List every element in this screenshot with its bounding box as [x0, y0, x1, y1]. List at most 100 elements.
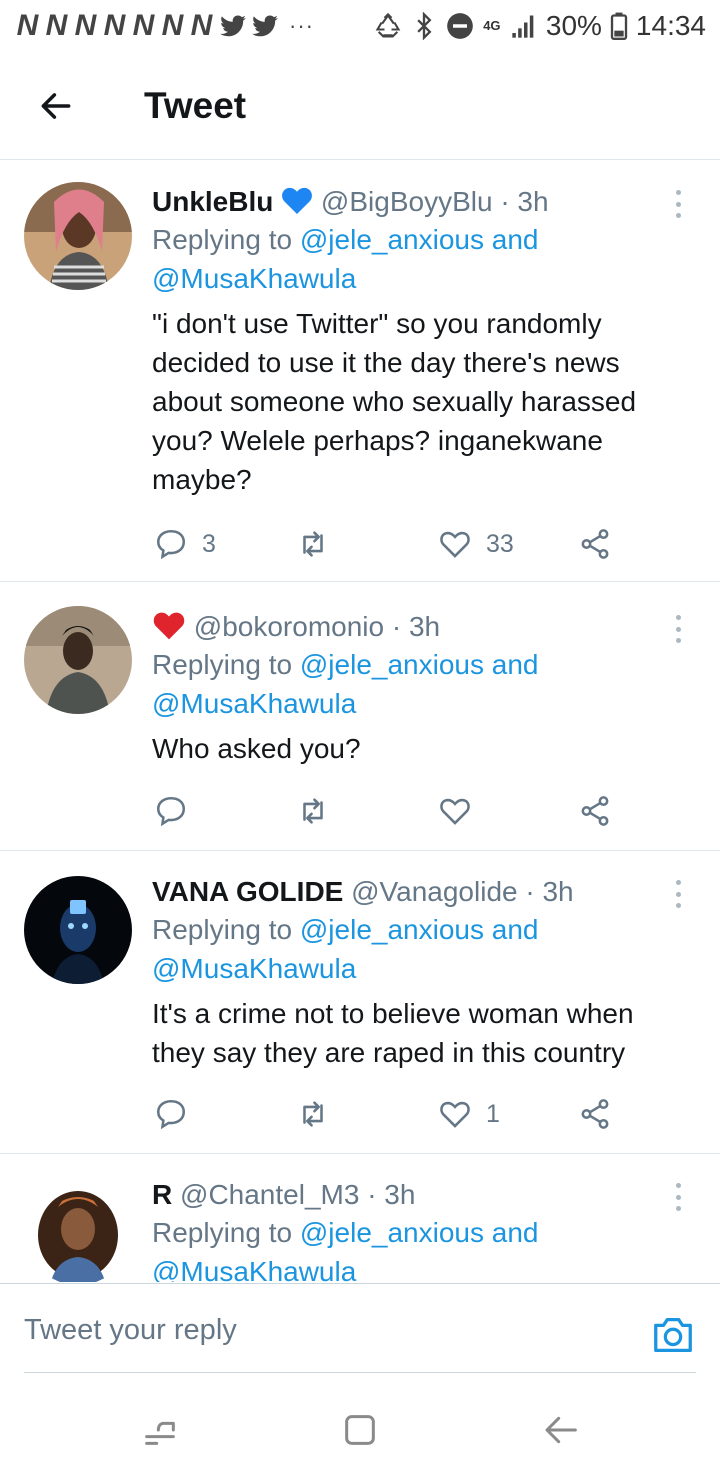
like-button[interactable]: 1 — [438, 1094, 500, 1134]
replying-and[interactable]: and — [484, 649, 539, 680]
avatar[interactable] — [24, 876, 132, 984]
mention-link[interactable]: @jele_anxious — [300, 649, 484, 680]
retweet-button[interactable] — [296, 524, 344, 564]
tweet-item[interactable]: R @Chantel_M3 · 3h Replying to @jele_anx… — [0, 1155, 720, 1282]
like-button[interactable] — [438, 791, 486, 831]
more-options-button[interactable] — [668, 876, 688, 912]
reply-composer: Tweet your reply — [0, 1283, 720, 1373]
top-app-bar: Tweet — [0, 52, 720, 160]
tweet-timestamp: · 3h — [367, 1179, 416, 1210]
mention-link[interactable]: @jele_anxious — [300, 914, 484, 945]
replying-and[interactable]: and — [484, 1217, 539, 1248]
camera-icon[interactable] — [650, 1312, 696, 1358]
user-avatar-image — [24, 1177, 132, 1282]
like-count: 1 — [486, 1099, 500, 1128]
tweet-header: VANA GOLIDE @Vanagolide · 3h — [152, 874, 682, 910]
retweet-button[interactable] — [296, 791, 344, 831]
twitter-bird-icon — [220, 15, 246, 37]
more-options-button[interactable] — [668, 1179, 688, 1215]
status-bar: N N N N N N N ··· 4G 30% 14:34 — [0, 0, 720, 52]
tweet-timestamp: · 3h — [500, 186, 549, 217]
avatar[interactable] — [24, 606, 132, 714]
share-icon — [581, 796, 609, 826]
user-handle[interactable]: @BigBoyyBlu — [321, 186, 493, 217]
tweet-text: "i don't use Twitter" so you randomly de… — [152, 308, 637, 495]
battery-percent: 30% — [545, 10, 602, 41]
tweet-item[interactable]: UnkleBlu @BigBoyyBlu · 3h Replying to @j… — [0, 160, 720, 582]
tweet-actions: 1 — [152, 1094, 622, 1134]
retweet-button[interactable] — [296, 1094, 344, 1134]
share-icon — [581, 529, 609, 559]
tweet-item[interactable]: VANA GOLIDE @Vanagolide · 3h Replying to… — [0, 852, 720, 1154]
retweet-icon — [303, 798, 323, 824]
avatar[interactable] — [24, 182, 132, 290]
replying-to-label: Replying to — [152, 649, 300, 680]
display-name[interactable]: UnkleBlu — [152, 186, 273, 217]
reply-icon — [156, 529, 186, 560]
reply-input[interactable]: Tweet your reply — [24, 1314, 237, 1347]
mention-link[interactable]: @MusaKhawula — [152, 953, 356, 984]
display-name[interactable]: VANA GOLIDE — [152, 876, 343, 907]
like-count: 33 — [486, 529, 514, 558]
more-options-button[interactable] — [668, 186, 688, 222]
tweet-actions — [152, 791, 622, 831]
mention-link[interactable]: @MusaKhawula — [152, 688, 356, 719]
tweet-header: R @Chantel_M3 · 3h — [152, 1177, 682, 1213]
replies-feed[interactable]: UnkleBlu @BigBoyyBlu · 3h Replying to @j… — [0, 160, 720, 1282]
replying-and[interactable]: and — [484, 914, 539, 945]
back-button[interactable] — [20, 70, 92, 142]
system-status: 4G 30% 14:34 — [374, 10, 706, 42]
heart-icon — [440, 531, 470, 558]
bluetooth-icon — [417, 12, 432, 40]
more-options-button[interactable] — [668, 611, 688, 647]
reply-button[interactable] — [154, 1094, 202, 1134]
user-avatar-image — [24, 606, 132, 714]
share-button[interactable] — [578, 1094, 612, 1134]
mention-link[interactable]: @jele_anxious — [300, 1217, 484, 1248]
display-name[interactable]: R — [152, 1179, 172, 1210]
like-button[interactable]: 33 — [438, 524, 514, 564]
home-icon[interactable] — [340, 1410, 380, 1450]
heart-icon — [440, 1101, 470, 1128]
red-heart-emoji-icon — [153, 612, 185, 640]
share-button[interactable] — [578, 791, 612, 831]
tweet-text: It's a crime not to believe woman when t… — [152, 998, 634, 1068]
replying-to-line: Replying to @jele_anxious and @MusaKhawu… — [152, 645, 682, 723]
user-avatar-image — [24, 876, 132, 984]
mention-link[interactable]: @MusaKhawula — [152, 263, 356, 294]
replying-to-label: Replying to — [152, 224, 300, 255]
n-notification-icon: N — [132, 9, 155, 42]
twitter-bird-icon — [252, 15, 278, 37]
reply-icon — [156, 1099, 186, 1130]
tweet-item[interactable]: @bokoromonio · 3h Replying to @jele_anxi… — [0, 583, 720, 851]
replying-to-line: Replying to @jele_anxious and @MusaKhawu… — [152, 1213, 682, 1282]
user-handle[interactable]: @Vanagolide — [351, 876, 517, 907]
mention-link[interactable]: @jele_anxious — [300, 224, 484, 255]
reply-button[interactable] — [154, 791, 202, 831]
system-back-icon[interactable] — [542, 1410, 582, 1450]
blue-heart-emoji-icon — [282, 187, 313, 214]
recent-apps-icon[interactable] — [140, 1410, 180, 1450]
n-notification-icon: N — [74, 9, 97, 42]
n-notification-icon: N — [16, 9, 39, 42]
user-handle[interactable]: @bokoromonio — [194, 611, 384, 642]
page-title: Tweet — [144, 84, 247, 126]
user-handle[interactable]: @Chantel_M3 — [180, 1179, 359, 1210]
composer-underline — [24, 1372, 696, 1373]
replying-and[interactable]: and — [484, 224, 539, 255]
do-not-disturb-icon — [447, 13, 473, 39]
notification-icons: N N N N N N N ··· — [14, 9, 314, 43]
reply-button[interactable]: 3 — [154, 524, 216, 564]
avatar[interactable] — [24, 1177, 132, 1282]
clock: 14:34 — [635, 10, 706, 41]
tweet-timestamp: · 3h — [391, 611, 441, 642]
tweet-header: @bokoromonio · 3h — [152, 609, 682, 645]
retweet-icon — [303, 531, 323, 557]
tweet-timestamp: · 3h — [525, 876, 574, 907]
mention-link[interactable]: @MusaKhawula — [152, 1256, 356, 1282]
reply-count: 3 — [202, 529, 216, 558]
signal-icon — [512, 15, 534, 38]
share-button[interactable] — [578, 524, 612, 564]
user-avatar-image — [24, 182, 132, 290]
n-notification-icon: N — [103, 9, 126, 42]
